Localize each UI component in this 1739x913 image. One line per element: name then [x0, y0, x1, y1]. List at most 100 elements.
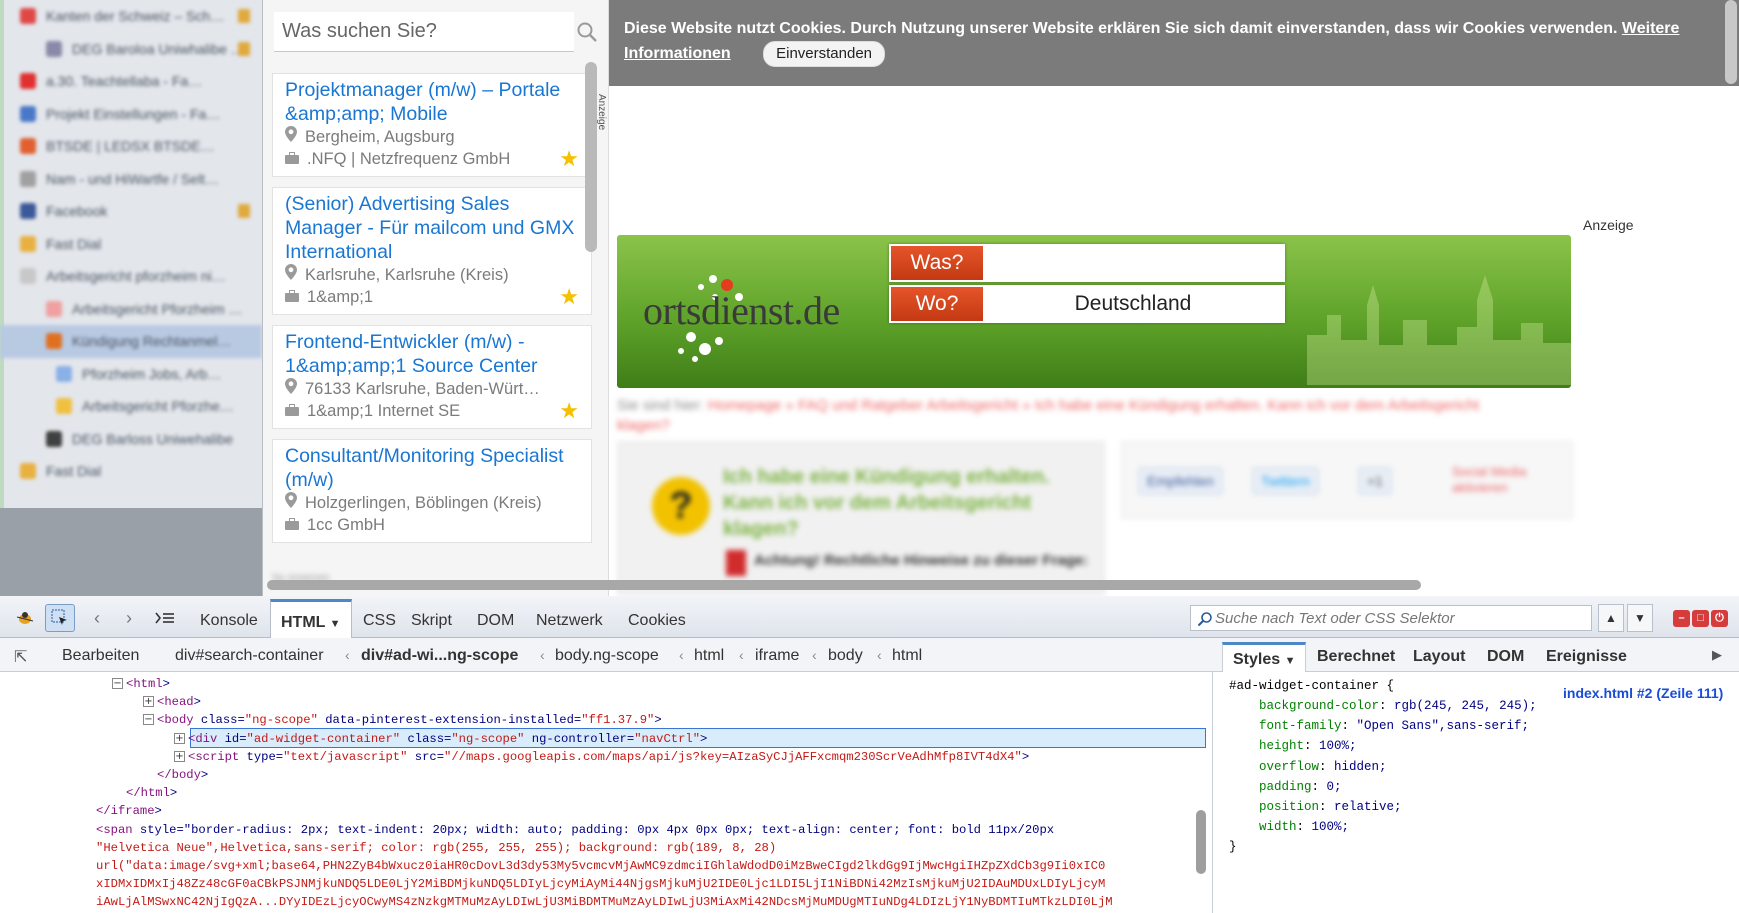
css-declaration[interactable]: overflow: hidden; — [1259, 757, 1387, 777]
sidebar-tab[interactable]: DEG Baroloa Uniwhalibe … — [0, 33, 262, 66]
search-next-icon[interactable]: ▼ — [1627, 604, 1653, 632]
job-card[interactable]: (Senior) Advertising Sales Manager - Für… — [272, 187, 592, 315]
side-tab-styles[interactable]: Styles ▼ — [1222, 642, 1307, 672]
tab-css[interactable]: CSS — [363, 596, 396, 638]
side-tab-events[interactable]: Ereignisse — [1546, 648, 1627, 666]
tab-dom[interactable]: DOM — [477, 596, 514, 638]
collapse-icon[interactable]: − — [112, 678, 123, 689]
sidebar-tab[interactable]: Fast Dial — [0, 455, 262, 488]
expand-icon[interactable]: + — [174, 732, 185, 744]
sidebar-tab[interactable]: Fast Dial — [0, 228, 262, 261]
tab-cookies[interactable]: Cookies — [628, 596, 686, 638]
breadcrumb-path[interactable]: Homepage » FAQ und Ratgeber Arbeitsgeric… — [617, 397, 1479, 434]
job-title-link[interactable]: Frontend-Entwickler (m/w) - 1&amp;amp;1 … — [285, 330, 581, 378]
cookie-accept-button[interactable]: Einverstanden — [763, 41, 886, 67]
star-icon[interactable]: ★ — [559, 400, 579, 422]
side-panel-arrow-icon[interactable]: ▶ — [1712, 647, 1722, 663]
sidebar-tab[interactable]: Kanten der Schweiz – Sch… — [0, 0, 262, 33]
tab-network[interactable]: Netzwerk — [536, 596, 603, 638]
side-tab-computed[interactable]: Berechnet — [1317, 648, 1395, 666]
sidebar-tab[interactable]: DEG Barloss Uniwehalibe — [0, 423, 262, 456]
close-icon[interactable]: ⏻ — [1711, 610, 1728, 627]
crumb-iframe[interactable]: iframe — [755, 647, 799, 665]
crumb-body[interactable]: body.ng-scope — [555, 647, 659, 665]
search-prev-icon[interactable]: ▲ — [1598, 604, 1624, 632]
html-line[interactable]: url("data:image/svg+xml;base64,PHN2ZyB4b… — [96, 857, 1105, 875]
devtools-search-input[interactable] — [1215, 609, 1585, 627]
html-line[interactable]: </body> — [157, 766, 208, 784]
selected-node-line[interactable]: <div id="ad-widget-container" class="ng-… — [188, 730, 707, 748]
styles-pane[interactable]: #ad-widget-container {background-color: … — [1212, 672, 1739, 913]
html-line[interactable]: xIDMxIDMxIj48Zz48cGF0aCBkPSJNMjkuNDQ5LDE… — [96, 875, 1105, 893]
ortsdienst-was-field[interactable]: Was? — [889, 244, 1285, 282]
crumb-ad-widget[interactable]: div#ad-wi...ng-scope — [361, 647, 518, 665]
expand-icon[interactable]: + — [143, 696, 154, 708]
devtools-search[interactable] — [1190, 605, 1592, 631]
sidebar-tab[interactable]: Kündigung Rechtanmel… — [0, 325, 262, 358]
job-card[interactable]: Projektmanager (m/w) – Portale &amp;amp;… — [272, 73, 592, 177]
twitter-share-button[interactable]: Twittern — [1252, 467, 1320, 495]
css-declaration[interactable]: height: 100%; — [1259, 736, 1357, 756]
tab-script[interactable]: Skript — [411, 596, 452, 638]
job-card[interactable]: Frontend-Entwickler (m/w) - 1&amp;amp;1 … — [272, 325, 592, 429]
search-input[interactable] — [274, 20, 534, 43]
html-line[interactable]: <body class="ng-scope" data-pinterest-ex… — [157, 711, 662, 729]
crumb-search-container[interactable]: div#search-container — [175, 647, 324, 665]
tab-html[interactable]: HTML ▼ — [270, 599, 352, 639]
html-line[interactable]: </iframe> — [96, 802, 162, 820]
star-icon[interactable]: ★ — [559, 286, 579, 308]
social-media-activate-link[interactable]: Social Media aktivieren — [1452, 464, 1562, 496]
search-icon[interactable] — [576, 21, 598, 43]
ortsdienst-wo-field[interactable]: Wo? Deutschland — [889, 285, 1285, 323]
html-line[interactable]: iAwLjAlMSwxNC42NjIgQzA...DYyIDEzLjcyOCwy… — [96, 893, 1113, 911]
sidebar-tab[interactable]: Facebook — [0, 195, 262, 228]
job-search-box[interactable] — [274, 12, 574, 52]
command-line-icon[interactable] — [150, 604, 180, 632]
side-tab-dom[interactable]: DOM — [1487, 648, 1524, 666]
sidebar-tab[interactable]: Nam - und HiWartfe / Selt… — [0, 163, 262, 196]
back-icon[interactable]: ‹ — [82, 604, 112, 632]
gplus-share-button[interactable]: +1 — [1358, 467, 1392, 495]
job-list-scrollbar[interactable] — [585, 62, 597, 252]
html-pane-scrollbar[interactable] — [1196, 810, 1206, 874]
side-tab-layout[interactable]: Layout — [1413, 648, 1465, 666]
css-declaration[interactable]: background-color: rgb(245, 245, 245); — [1259, 696, 1537, 716]
css-declaration[interactable]: width: 100%; — [1259, 817, 1349, 837]
job-title-link[interactable]: (Senior) Advertising Sales Manager - Für… — [285, 192, 581, 264]
sidebar-tab[interactable]: a.30. Teachtellaba - Fa… — [0, 65, 262, 98]
sidebar-tab[interactable]: Arbeitsgericht Pforzhe… — [0, 390, 262, 423]
forward-icon[interactable]: › — [114, 604, 144, 632]
article-breadcrumb[interactable]: Sie sind hier: Homepage » FAQ und Ratgeb… — [617, 396, 1527, 436]
detach-icon[interactable]: □ — [1692, 610, 1709, 627]
facebook-share-button[interactable]: Empfehlen — [1138, 467, 1223, 495]
collapse-icon[interactable]: − — [143, 714, 154, 726]
ortsdienst-ad-banner[interactable]: ortsdienst.de Was? Wo? Deutschland — [617, 235, 1571, 388]
html-line[interactable]: <script type="text/javascript" src="//ma… — [188, 748, 1029, 766]
was-input[interactable] — [983, 246, 1283, 280]
css-declaration[interactable]: font-family: "Open Sans",sans-serif; — [1259, 716, 1529, 736]
page-vertical-scrollbar[interactable] — [1725, 0, 1737, 84]
html-line[interactable]: <span style="border-radius: 2px; text-in… — [96, 821, 1054, 839]
edit-button[interactable]: Bearbeiten — [62, 647, 139, 665]
job-title-link[interactable]: Projektmanager (m/w) – Portale &amp;amp;… — [285, 78, 581, 126]
edit-icon[interactable]: ⇱ — [14, 647, 27, 667]
crumb-html[interactable]: html — [694, 647, 724, 665]
tab-console[interactable]: Konsole — [200, 596, 258, 638]
star-icon[interactable]: ★ — [559, 148, 579, 170]
minimize-icon[interactable]: – — [1673, 610, 1690, 627]
sidebar-tab[interactable]: Projekt Einstellungen - Fa… — [0, 98, 262, 131]
sidebar-tab[interactable]: Arbeitsgericht pforzheim ni… — [0, 260, 262, 293]
crumb-html-2[interactable]: html — [892, 647, 922, 665]
job-card[interactable]: Consultant/Monitoring Specialist (m/w) Ho… — [272, 439, 592, 543]
html-line[interactable]: "Helvetica Neue",Helvetica,sans-serif; c… — [96, 839, 776, 857]
crumb-body-2[interactable]: body — [828, 647, 863, 665]
css-source-link[interactable]: index.html #2 (Zeile 111) — [1563, 685, 1723, 701]
css-declaration[interactable]: padding: 0; — [1259, 777, 1342, 797]
html-line[interactable]: </html> — [126, 784, 177, 802]
sidebar-tab[interactable]: BTSDE | LEDSX BTSDE… — [0, 130, 262, 163]
wo-input[interactable]: Deutschland — [983, 287, 1283, 321]
sidebar-tab[interactable]: Arbeitsgericht Pforzheim … — [0, 293, 262, 326]
firebug-icon[interactable] — [10, 604, 40, 632]
sidebar-tab[interactable]: Pforzheim Jobs, Arb… — [0, 358, 262, 391]
page-horizontal-scrollbar[interactable] — [267, 580, 1421, 590]
